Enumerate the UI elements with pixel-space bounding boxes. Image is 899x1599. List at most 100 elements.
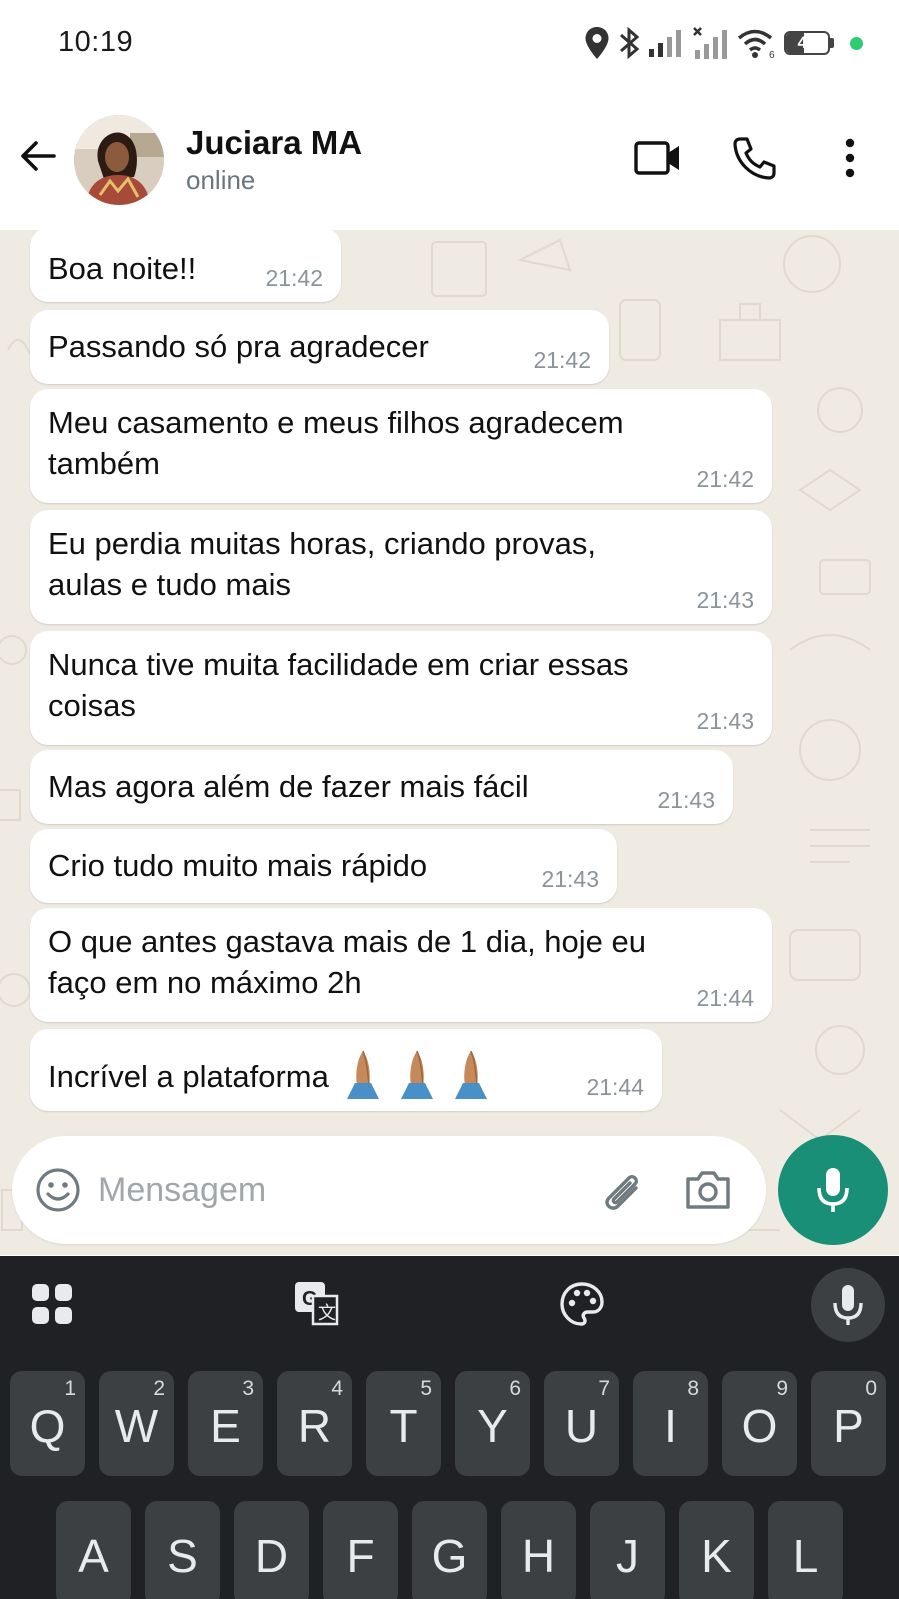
key-hint: 9	[776, 1377, 788, 1400]
key-s[interactable]: S	[145, 1501, 220, 1599]
key-y[interactable]: Y6	[455, 1371, 530, 1476]
key-letter: H	[521, 1530, 556, 1582]
key-letter: R	[297, 1400, 332, 1452]
message-time: 21:42	[696, 466, 754, 492]
message-bubble[interactable]: Incrível a plataforma 21:44	[30, 1029, 662, 1111]
message-text: Eu perdia muitas horas, criando provas, …	[48, 523, 596, 605]
message-bubble[interactable]: Eu perdia muitas horas, criando provas, …	[30, 510, 772, 624]
key-letter: L	[792, 1530, 819, 1582]
back-arrow-icon	[21, 141, 56, 171]
key-r[interactable]: R4	[277, 1371, 352, 1476]
key-u[interactable]: U7	[544, 1371, 619, 1476]
keyboard: G文 Q1W2E3R4T5Y6U7I8O9P0 ASDFGHJKL	[0, 1256, 899, 1599]
key-letter: A	[78, 1530, 109, 1582]
message-time: 21:43	[657, 787, 715, 813]
battery-level: 42	[797, 33, 817, 52]
message-bubble[interactable]: Meu casamento e meus filhos agradecem ta…	[30, 389, 772, 503]
message-bubble[interactable]: Nunca tive muita facilidade em criar ess…	[30, 631, 772, 745]
key-letter: P	[833, 1400, 864, 1452]
key-letter: T	[389, 1400, 418, 1452]
video-call-button[interactable]	[632, 132, 684, 184]
translate-icon: G文	[295, 1282, 339, 1326]
contact-name[interactable]: Juciara MA	[186, 124, 362, 162]
key-hint: 2	[153, 1377, 165, 1400]
keyboard-theme-button[interactable]	[550, 1272, 614, 1336]
back-button[interactable]	[14, 132, 62, 180]
camera-button[interactable]	[682, 1164, 734, 1216]
key-t[interactable]: T5	[366, 1371, 441, 1476]
chat-area[interactable]: Boa noite!! 21:42 Passando só pra agrade…	[0, 230, 899, 1255]
microphone-icon	[817, 1168, 849, 1212]
contact-status: online	[186, 165, 256, 195]
palette-icon	[560, 1282, 604, 1326]
key-hint: 0	[865, 1377, 877, 1400]
attach-button[interactable]	[596, 1164, 648, 1216]
more-vertical-icon	[845, 138, 855, 178]
key-hint: 8	[687, 1377, 699, 1400]
svg-text:文: 文	[318, 1303, 336, 1324]
message-line: Eu perdia muitas horas, criando provas,	[48, 526, 596, 561]
key-hint: 3	[242, 1377, 254, 1400]
message-line: aulas e tudo mais	[48, 567, 291, 602]
key-a[interactable]: A	[56, 1501, 131, 1599]
message-line: O que antes gastava mais de 1 dia, hoje …	[48, 924, 647, 959]
message-time: 21:43	[541, 866, 599, 892]
key-q[interactable]: Q1	[10, 1371, 85, 1476]
paperclip-icon	[605, 1175, 638, 1210]
key-h[interactable]: H	[501, 1501, 576, 1599]
message-bubble[interactable]: Crio tudo muito mais rápido 21:43	[30, 829, 617, 903]
message-input[interactable]	[98, 1160, 578, 1220]
key-i[interactable]: I8	[633, 1371, 708, 1476]
message-text: Nunca tive muita facilidade em criar ess…	[48, 644, 629, 726]
key-e[interactable]: E3	[188, 1371, 263, 1476]
key-d[interactable]: D	[234, 1501, 309, 1599]
status-icons: 6 42	[584, 24, 863, 62]
key-o[interactable]: O9	[722, 1371, 797, 1476]
message-time: 21:42	[265, 265, 323, 291]
message-line: também	[48, 446, 160, 481]
avatar[interactable]	[74, 115, 164, 205]
emoji-icon	[36, 1168, 80, 1212]
key-letter: Y	[477, 1400, 508, 1452]
camera-icon	[686, 1171, 730, 1209]
message-bubble[interactable]: Mas agora além de fazer mais fácil 21:43	[30, 750, 733, 824]
key-p[interactable]: P0	[811, 1371, 886, 1476]
message-bubble[interactable]: O que antes gastava mais de 1 dia, hoje …	[30, 908, 772, 1022]
message-line: Meu casamento e meus filhos agradecem	[48, 405, 624, 440]
svg-text:6: 6	[769, 50, 775, 59]
wifi-icon: 6	[736, 27, 776, 59]
signal-icon	[648, 28, 684, 58]
key-g[interactable]: G	[412, 1501, 487, 1599]
key-hint: 5	[420, 1377, 432, 1400]
voice-message-button[interactable]	[778, 1135, 888, 1245]
message-bubble[interactable]: Boa noite!! 21:42	[30, 230, 341, 302]
microphone-icon	[833, 1285, 863, 1325]
emoji-button[interactable]	[34, 1166, 82, 1214]
key-letter: S	[167, 1530, 198, 1582]
message-line: faço em no máximo 2h	[48, 965, 362, 1000]
key-w[interactable]: W2	[99, 1371, 174, 1476]
keyboard-voice-button[interactable]	[811, 1268, 885, 1342]
message-text: Meu casamento e meus filhos agradecem ta…	[48, 402, 624, 484]
message-text: O que antes gastava mais de 1 dia, hoje …	[48, 921, 646, 1003]
keyboard-translate-button[interactable]: G文	[285, 1272, 349, 1336]
message-bubble[interactable]: Passando só pra agradecer 21:42	[30, 310, 609, 384]
key-f[interactable]: F	[323, 1501, 398, 1599]
apps-grid-icon	[32, 1284, 72, 1324]
keyboard-apps-button[interactable]	[20, 1272, 84, 1336]
message-text: Boa noite!!	[48, 251, 197, 286]
voice-call-button[interactable]	[728, 132, 780, 184]
message-text: Crio tudo muito mais rápido	[48, 848, 428, 883]
message-text: Passando só pra agradecer	[48, 329, 429, 364]
key-j[interactable]: J	[590, 1501, 665, 1599]
no-signal-icon	[692, 26, 728, 60]
key-k[interactable]: K	[679, 1501, 754, 1599]
key-l[interactable]: L	[768, 1501, 843, 1599]
message-time: 21:42	[533, 347, 591, 373]
battery-icon: 42	[784, 29, 834, 57]
message-line: Incrível a plataforma	[48, 1059, 329, 1095]
more-options-button[interactable]	[824, 132, 876, 184]
key-letter: J	[616, 1530, 639, 1582]
message-text: Mas agora além de fazer mais fácil	[48, 769, 529, 804]
key-hint: 1	[64, 1377, 76, 1400]
